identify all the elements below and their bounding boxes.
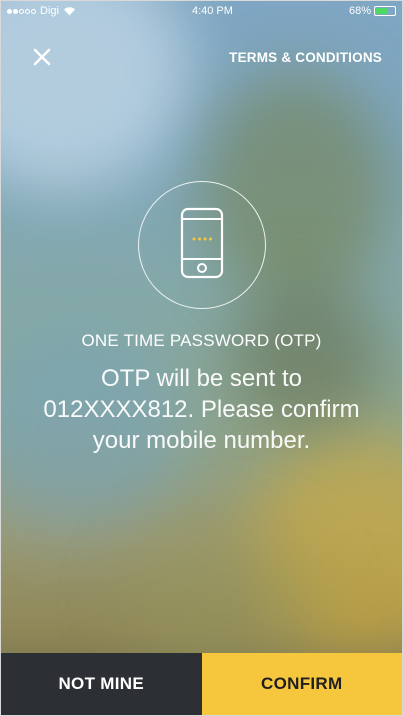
wifi-icon [63, 6, 76, 16]
otp-title: ONE TIME PASSWORD (OTP) [81, 331, 322, 350]
signal-dot [25, 8, 30, 14]
battery-percentage: 68% [348, 5, 371, 17]
phone-icon-circle [137, 181, 266, 309]
battery-level [375, 8, 389, 14]
signal-dot [31, 8, 36, 14]
status-bar: Digi 4:40 PM 68% [1, 1, 402, 21]
mobile-phone-icon [180, 207, 224, 284]
signal-dot [19, 8, 24, 14]
battery-icon [373, 6, 396, 16]
action-bar: NOT MINE CONFIRM [1, 653, 402, 715]
close-icon[interactable] [29, 44, 55, 70]
background-blur [251, 431, 402, 661]
top-bar: TERMS & CONDITIONS [1, 37, 402, 77]
status-time: 4:40 PM [191, 5, 233, 17]
not-mine-button[interactable]: NOT MINE [1, 653, 202, 715]
signal-dot [13, 8, 18, 14]
background-blur [1, 1, 191, 191]
status-right: 68% [349, 5, 396, 17]
otp-content: ONE TIME PASSWORD (OTP) OTP will be sent… [1, 181, 402, 456]
otp-confirmation-screen: Digi 4:40 PM 68% TERMS & CONDITIONS ONE … [0, 0, 403, 716]
status-left: Digi [7, 5, 76, 17]
signal-strength-icon [7, 8, 36, 14]
carrier-name: Digi [40, 5, 59, 17]
confirm-button[interactable]: CONFIRM [201, 653, 402, 715]
signal-dot [7, 8, 12, 14]
otp-message: OTP will be sent to 012XXXX812. Please c… [43, 365, 360, 454]
terms-and-conditions-link[interactable]: TERMS & CONDITIONS [229, 50, 382, 65]
